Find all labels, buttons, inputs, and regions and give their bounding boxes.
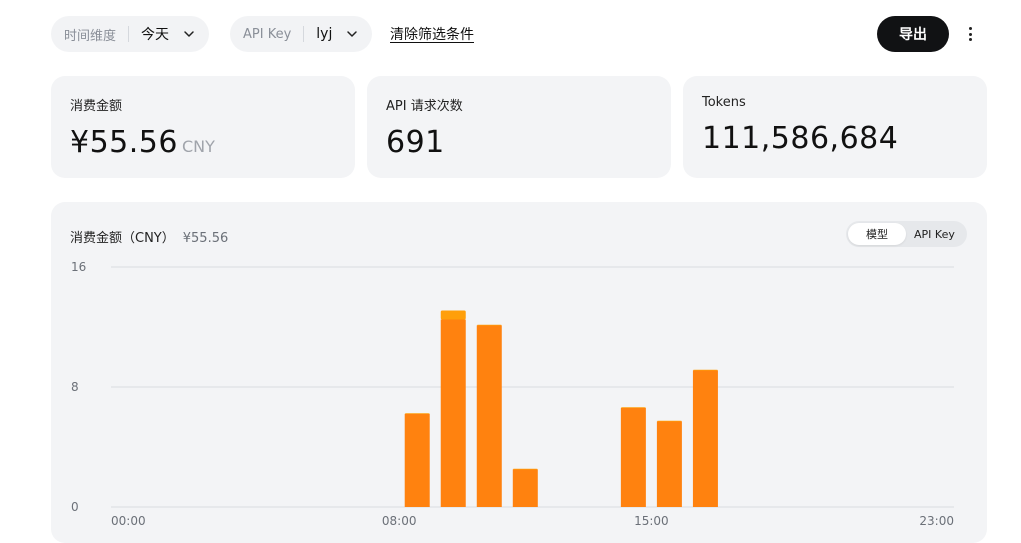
bar-segment — [656, 421, 682, 507]
toggle-api-key[interactable]: API Key — [906, 223, 965, 245]
tokens-card: Tokens 111,586,684 — [683, 76, 987, 178]
tokens-value: 111,586,684 — [702, 121, 899, 156]
spend-title: 消费金额 — [70, 99, 123, 114]
api-key-value: lyj — [316, 26, 333, 42]
bar-segment — [476, 325, 502, 507]
bar-segment — [692, 370, 718, 507]
x-tick-label: 15:00 — [634, 514, 669, 528]
bar-segment — [440, 310, 466, 320]
pill-divider — [303, 26, 305, 42]
spend-value: ¥55.56 — [70, 125, 178, 160]
bar-segment — [620, 407, 646, 408]
bar-segment — [656, 420, 682, 422]
spend-chart-card: 0 8 16 00:00 08:00 15:00 23:00 消费金额（CNY） ¥55.56… — [51, 202, 987, 543]
bar-segment — [440, 319, 466, 507]
bar-segment — [620, 408, 646, 507]
chart-title: 消费金额（CNY） — [70, 231, 175, 246]
requests-card: API 请求次数 691 — [367, 76, 671, 178]
chevron-down-icon — [347, 31, 358, 37]
x-tick-label: 23:00 — [919, 514, 954, 528]
pill-divider — [128, 26, 130, 42]
chart-title-row: 消费金额（CNY） ¥55.56 — [70, 227, 228, 246]
bar-segment — [476, 324, 502, 326]
time-dimension-filter[interactable]: 时间维度 今天 — [51, 16, 210, 52]
toggle-model[interactable]: 模型 — [848, 223, 906, 245]
bar-segment — [404, 413, 430, 414]
api-key-label: API Key — [243, 26, 292, 42]
clear-filters-link[interactable]: 清除筛选条件 — [390, 24, 474, 44]
more-vertical-icon[interactable] — [960, 22, 980, 46]
y-tick-label: 0 — [71, 500, 79, 514]
y-tick-label: 8 — [71, 380, 79, 394]
group-by-toggle[interactable]: 模型 API Key — [846, 221, 967, 247]
spend-bar-chart: 0 8 16 00:00 08:00 15:00 23:00 — [71, 260, 954, 528]
time-dimension-value: 今天 — [141, 27, 170, 43]
spend-card: 消费金额 ¥55.56 CNY — [51, 76, 355, 178]
spend-unit: CNY — [181, 137, 215, 156]
y-tick-label: 16 — [71, 260, 86, 274]
export-button[interactable]: 导出 — [877, 16, 949, 52]
tokens-title: Tokens — [702, 95, 746, 110]
time-dimension-label: 时间维度 — [64, 28, 117, 44]
bar-segment — [692, 369, 718, 371]
bar-segment — [512, 468, 538, 470]
api-key-filter[interactable]: API Key lyj — [230, 16, 373, 52]
x-tick-label: 08:00 — [382, 514, 417, 528]
chart-total: ¥55.56 — [182, 231, 229, 246]
x-tick-label: 00:00 — [111, 514, 146, 528]
bar-segment — [404, 414, 430, 507]
bar-segment — [512, 469, 538, 507]
spend-value-row: ¥55.56 CNY — [70, 126, 336, 164]
chevron-down-icon — [184, 31, 194, 37]
requests-value: 691 — [386, 125, 445, 160]
requests-title: API 请求次数 — [386, 99, 463, 114]
